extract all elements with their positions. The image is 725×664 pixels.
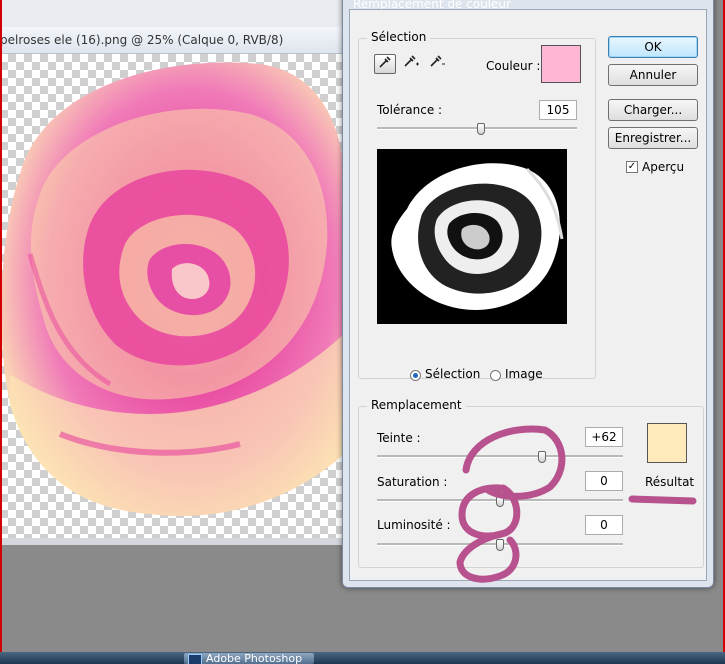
taskbar-task-label: Adobe Photoshop bbox=[206, 653, 303, 664]
taskbar: Adobe Photoshop bbox=[0, 652, 725, 664]
taskbar-task-photoshop[interactable]: Adobe Photoshop bbox=[184, 653, 314, 664]
window-frame-left bbox=[0, 0, 2, 664]
hand-drawn-annotations bbox=[456, 425, 697, 583]
photoshop-icon bbox=[188, 654, 202, 664]
